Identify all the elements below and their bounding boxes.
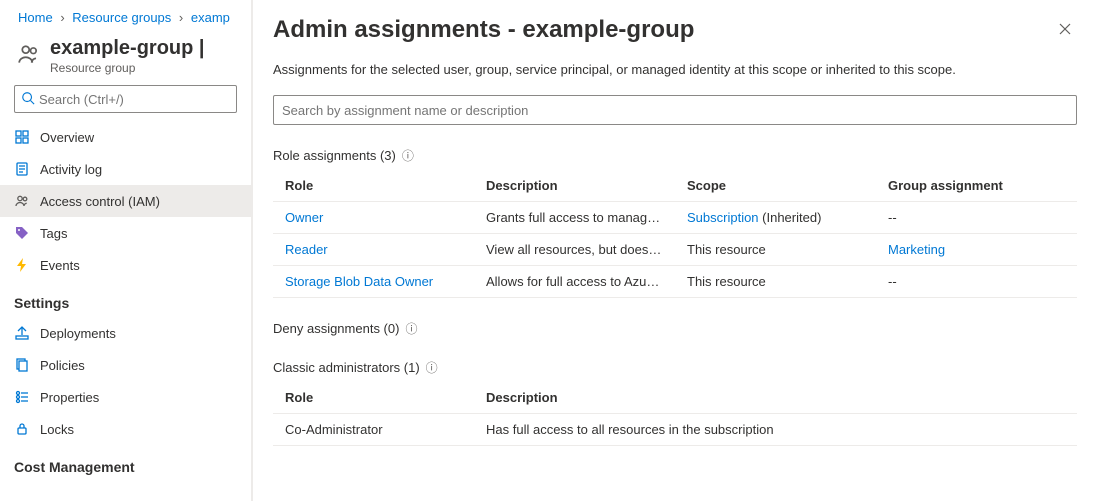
sidebar-item-label: Overview	[40, 130, 94, 145]
sidebar-item-activity-log[interactable]: Activity log	[0, 153, 251, 185]
sidebar-item-access-control[interactable]: Access control (IAM)	[0, 185, 251, 217]
tags-icon	[14, 225, 30, 241]
sidebar-section-settings: Settings	[0, 281, 251, 317]
close-icon	[1057, 25, 1073, 40]
people-icon	[14, 193, 30, 209]
breadcrumb-resource-groups[interactable]: Resource groups	[72, 10, 171, 25]
chevron-right-icon: ›	[179, 10, 183, 25]
sidebar-item-label: Tags	[40, 226, 67, 241]
cell-description: Has full access to all resources in the …	[474, 414, 1077, 446]
table-row[interactable]: Owner Grants full access to manage all .…	[273, 202, 1077, 234]
sidebar-item-properties[interactable]: Properties	[0, 381, 251, 413]
cell-description: Allows for full access to Azure S...	[474, 266, 675, 298]
sidebar-item-overview[interactable]: Overview	[0, 121, 251, 153]
sidebar-section-cost: Cost Management	[0, 445, 251, 481]
scope-link[interactable]: Subscription	[687, 210, 759, 225]
col-group-assignment[interactable]: Group assignment	[876, 170, 1077, 202]
search-icon	[21, 91, 35, 108]
sidebar-item-policies[interactable]: Policies	[0, 349, 251, 381]
role-assignments-header: Role assignments (3) ⓘ	[273, 147, 1077, 164]
sidebar-item-tags[interactable]: Tags	[0, 217, 251, 249]
sidebar-item-label: Properties	[40, 390, 99, 405]
people-icon	[16, 41, 42, 67]
col-role[interactable]: Role	[273, 170, 474, 202]
role-link[interactable]: Owner	[285, 210, 323, 225]
sidebar-item-label: Policies	[40, 358, 85, 373]
cell-description: View all resources, but does not...	[474, 234, 675, 266]
deny-assignments-header: Deny assignments (0) ⓘ	[273, 320, 1077, 337]
chevron-right-icon: ›	[60, 10, 64, 25]
resource-title: example-group |	[50, 37, 205, 60]
info-icon[interactable]: ⓘ	[405, 320, 417, 337]
cell-role: Co-Administrator	[273, 414, 474, 446]
sidebar-search[interactable]	[14, 85, 237, 113]
col-description[interactable]: Description	[474, 382, 1077, 414]
col-scope[interactable]: Scope	[675, 170, 876, 202]
activity-log-icon	[14, 161, 30, 177]
role-assignments-title: Role assignments (3)	[273, 148, 396, 163]
overview-icon	[14, 129, 30, 145]
table-row[interactable]: Co-Administrator Has full access to all …	[273, 414, 1077, 446]
resource-header: example-group | Resource group	[0, 33, 251, 85]
deny-assignments-title: Deny assignments (0)	[273, 321, 399, 336]
panel-description: Assignments for the selected user, group…	[273, 62, 1077, 77]
table-row[interactable]: Storage Blob Data Owner Allows for full …	[273, 266, 1077, 298]
info-icon[interactable]: ⓘ	[426, 359, 438, 376]
breadcrumb-home[interactable]: Home	[18, 10, 53, 25]
info-icon[interactable]: ⓘ	[402, 147, 414, 164]
sidebar-item-locks[interactable]: Locks	[0, 413, 251, 445]
col-role[interactable]: Role	[273, 382, 474, 414]
deployments-icon	[14, 325, 30, 341]
left-panel: Home › Resource groups › examp example-g…	[0, 0, 252, 501]
breadcrumb: Home › Resource groups › examp	[0, 0, 251, 33]
role-link[interactable]: Storage Blob Data Owner	[285, 274, 433, 289]
policies-icon	[14, 357, 30, 373]
sidebar-item-label: Locks	[40, 422, 74, 437]
classic-admins-header: Classic administrators (1) ⓘ	[273, 359, 1077, 376]
sidebar-item-events[interactable]: Events	[0, 249, 251, 281]
close-button[interactable]	[1053, 17, 1077, 44]
lock-icon	[14, 421, 30, 437]
resource-subtitle: Resource group	[50, 61, 205, 75]
details-panel: Admin assignments - example-group Assign…	[252, 0, 1101, 501]
cell-scope: This resource	[675, 234, 876, 266]
sidebar-item-deployments[interactable]: Deployments	[0, 317, 251, 349]
cell-scope: This resource	[675, 266, 876, 298]
panel-search[interactable]	[273, 95, 1077, 125]
group-link[interactable]: Marketing	[888, 242, 945, 257]
scope-suffix: (Inherited)	[759, 210, 822, 225]
sidebar-item-label: Events	[40, 258, 80, 273]
classic-admins-table: Role Description Co-Administrator Has fu…	[273, 382, 1077, 446]
breadcrumb-current[interactable]: examp	[191, 10, 230, 25]
events-icon	[14, 257, 30, 273]
table-row[interactable]: Reader View all resources, but does not.…	[273, 234, 1077, 266]
col-description[interactable]: Description	[474, 170, 675, 202]
sidebar-item-label: Access control (IAM)	[40, 194, 160, 209]
sidebar-search-input[interactable]	[39, 92, 230, 107]
role-assignments-table: Role Description Scope Group assignment …	[273, 170, 1077, 298]
properties-icon	[14, 389, 30, 405]
cell-description: Grants full access to manage all ...	[474, 202, 675, 234]
panel-search-input[interactable]	[282, 103, 1068, 118]
sidebar-item-label: Activity log	[40, 162, 102, 177]
role-link[interactable]: Reader	[285, 242, 328, 257]
cell-group: --	[876, 202, 1077, 234]
sidebar-item-label: Deployments	[40, 326, 116, 341]
sidebar-nav: Overview Activity log Access control (IA…	[0, 117, 251, 481]
panel-title: Admin assignments - example-group	[273, 16, 694, 44]
classic-admins-title: Classic administrators (1)	[273, 360, 420, 375]
cell-group: --	[876, 266, 1077, 298]
